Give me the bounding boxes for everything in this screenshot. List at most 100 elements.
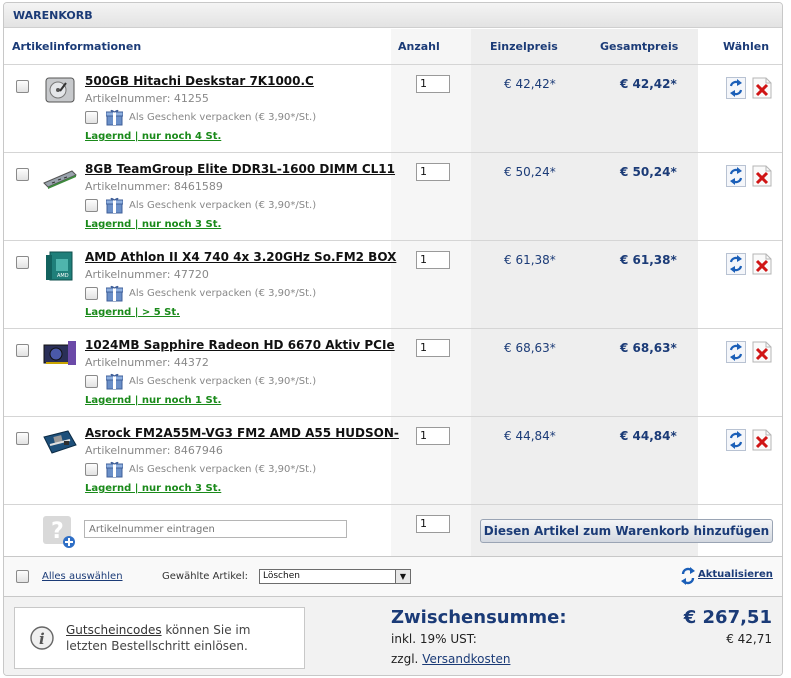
refresh-icon[interactable]: [681, 567, 695, 585]
delete-item-icon[interactable]: [752, 165, 772, 187]
unit-price: € 68,63*: [504, 341, 556, 355]
unknown-product-icon: ?: [43, 516, 75, 548]
quantity-input[interactable]: 1: [416, 251, 450, 269]
ram-icon[interactable]: [42, 163, 78, 193]
gift-wrap-checkbox[interactable]: [85, 199, 98, 212]
quantity-input[interactable]: 1: [416, 75, 450, 93]
item-select-checkbox[interactable]: [16, 256, 29, 269]
delete-item-icon[interactable]: [752, 341, 772, 363]
item-select-checkbox[interactable]: [16, 168, 29, 181]
cart-title: WARENKORB: [4, 3, 782, 28]
item-select-checkbox[interactable]: [16, 80, 29, 93]
stock-status: Lagernd | > 5 St.: [85, 307, 180, 318]
article-number: Artikelnummer: 44372: [85, 356, 209, 369]
unit-price: € 44,84*: [504, 429, 556, 443]
cpu-box-icon[interactable]: AMD: [42, 251, 78, 281]
item-select-checkbox[interactable]: [16, 344, 29, 357]
cart-item-row: AMD AMD Athlon II X4 740 4x 3.20GHz So.F…: [4, 241, 782, 329]
shipping-costs-link[interactable]: Versandkosten: [422, 652, 510, 666]
voucher-info-box: i Gutscheincodes können Sie im letzten B…: [14, 607, 305, 669]
quantity-input[interactable]: 1: [416, 163, 450, 181]
product-name-link[interactable]: AMD Athlon II X4 740 4x 3.20GHz So.FM2 B…: [85, 250, 396, 264]
header-article: Artikelinformationen: [12, 40, 142, 53]
total-price: € 44,84*: [620, 429, 677, 443]
refresh-link[interactable]: Aktualisieren: [698, 569, 773, 580]
stock-status: Lagernd | nur noch 3 St.: [85, 483, 222, 494]
gift-icon: [106, 373, 123, 390]
hdd-icon[interactable]: [42, 75, 78, 105]
select-all-link[interactable]: Alles auswählen: [42, 571, 123, 582]
voucher-codes-link[interactable]: Gutscheincodes: [66, 623, 162, 637]
stock-status: Lagernd | nur noch 1 St.: [85, 395, 222, 406]
gift-wrap-label: Als Geschenk verpacken (€ 3,90*/St.): [129, 376, 317, 387]
unit-price: € 50,24*: [504, 165, 556, 179]
gift-icon: [106, 109, 123, 126]
total-price: € 61,38*: [620, 253, 677, 267]
bulk-actions: Alles auswählen Gewählte Artikel: Lösche…: [4, 557, 782, 597]
shopping-cart: WARENKORB Artikelinformationen Anzahl Ei…: [3, 2, 783, 676]
svg-text:?: ?: [51, 519, 64, 544]
update-item-icon[interactable]: [726, 165, 746, 187]
gift-icon: [106, 461, 123, 478]
add-to-cart-button[interactable]: Diesen Artikel zum Warenkorb hinzufügen: [480, 519, 773, 543]
gift-wrap-checkbox[interactable]: [85, 287, 98, 300]
article-number: Artikelnummer: 8467946: [85, 444, 223, 457]
article-number-input[interactable]: [84, 520, 347, 538]
delete-item-icon[interactable]: [752, 429, 772, 451]
mainboard-icon[interactable]: [42, 427, 78, 457]
info-icon: i: [30, 626, 54, 650]
header-unit-price: Einzelpreis: [490, 40, 558, 53]
header-select: Wählen: [723, 40, 770, 53]
product-name-link[interactable]: Asrock FM2A55M-VG3 FM2 AMD A55 HUDSON-: [85, 426, 399, 440]
quantity-input[interactable]: 1: [416, 427, 450, 445]
delete-item-icon[interactable]: [752, 253, 772, 275]
update-item-icon[interactable]: [726, 429, 746, 451]
gift-wrap-checkbox[interactable]: [85, 375, 98, 388]
update-item-icon[interactable]: [726, 341, 746, 363]
vat-value: € 42,71: [726, 632, 772, 646]
subtotal-value: € 267,51: [683, 607, 772, 628]
shipping-line: zzgl. Versandkosten: [391, 652, 510, 666]
delete-item-icon[interactable]: [752, 77, 772, 99]
product-name-link[interactable]: 8GB TeamGroup Elite DDR3L-1600 DIMM CL11: [85, 162, 395, 176]
gift-wrap-label: Als Geschenk verpacken (€ 3,90*/St.): [129, 112, 317, 123]
add-article-row: ? 1 Diesen Artikel zum Warenkorb hinzufü…: [4, 505, 782, 557]
bulk-action-value: Löschen: [263, 571, 300, 581]
cart-item-row: 1024MB Sapphire Radeon HD 6670 Aktiv PCI…: [4, 329, 782, 417]
vat-label: inkl. 19% UST:: [391, 632, 477, 646]
add-article-qty[interactable]: 1: [416, 515, 450, 533]
gift-wrap-checkbox[interactable]: [85, 111, 98, 124]
header-qty: Anzahl: [398, 40, 440, 53]
chevron-down-icon: ▼: [395, 570, 410, 583]
product-name-link[interactable]: 500GB Hitachi Deskstar 7K1000.C: [85, 74, 314, 88]
table-header: Artikelinformationen Anzahl Einzelpreis …: [4, 29, 782, 65]
article-number: Artikelnummer: 47720: [85, 268, 209, 281]
gift-wrap-label: Als Geschenk verpacken (€ 3,90*/St.): [129, 464, 317, 475]
cart-item-row: Asrock FM2A55M-VG3 FM2 AMD A55 HUDSON- A…: [4, 417, 782, 505]
total-price: € 42,42*: [620, 77, 677, 91]
gift-icon: [106, 197, 123, 214]
select-all-checkbox[interactable]: [16, 570, 29, 583]
gift-wrap-checkbox[interactable]: [85, 463, 98, 476]
quantity-input[interactable]: 1: [416, 339, 450, 357]
item-select-checkbox[interactable]: [16, 432, 29, 445]
cart-item-row: 8GB TeamGroup Elite DDR3L-1600 DIMM CL11…: [4, 153, 782, 241]
subtotal-label: Zwischensumme:: [391, 607, 567, 628]
cart-item-row: 500GB Hitachi Deskstar 7K1000.C Artikeln…: [4, 65, 782, 153]
update-item-icon[interactable]: [726, 253, 746, 275]
product-name-link[interactable]: 1024MB Sapphire Radeon HD 6670 Aktiv PCI…: [85, 338, 395, 352]
cart-footer: i Gutscheincodes können Sie im letzten B…: [4, 597, 782, 675]
gift-icon: [106, 285, 123, 302]
update-item-icon[interactable]: [726, 77, 746, 99]
voucher-text: Gutscheincodes können Sie im letzten Bes…: [66, 622, 286, 654]
gpu-icon[interactable]: [42, 339, 78, 369]
gift-wrap-label: Als Geschenk verpacken (€ 3,90*/St.): [129, 200, 317, 211]
bulk-action-select[interactable]: Löschen ▼: [259, 569, 411, 584]
selected-items-label: Gewählte Artikel:: [162, 571, 248, 582]
stock-status: Lagernd | nur noch 4 St.: [85, 131, 222, 142]
article-number: Artikelnummer: 8461589: [85, 180, 223, 193]
article-number: Artikelnummer: 41255: [85, 92, 209, 105]
unit-price: € 61,38*: [504, 253, 556, 267]
gift-wrap-label: Als Geschenk verpacken (€ 3,90*/St.): [129, 288, 317, 299]
header-total-price: Gesamtpreis: [600, 40, 679, 53]
